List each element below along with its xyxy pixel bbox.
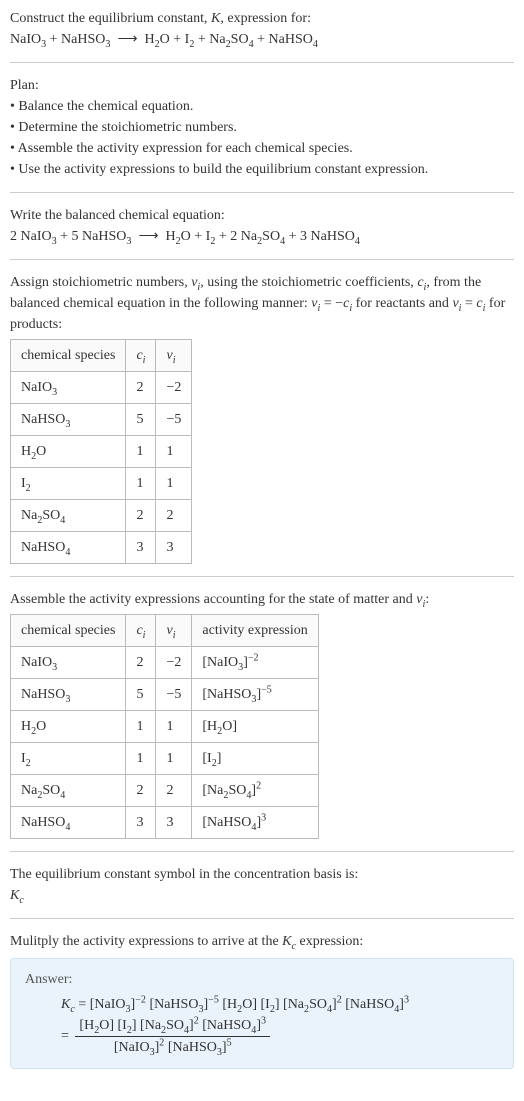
table-row: I211[I2] xyxy=(11,743,319,775)
plan-item: • Assemble the activity expression for e… xyxy=(10,138,514,159)
table-row: NaIO32−2[NaIO3]−2 xyxy=(11,647,319,679)
plan-item: • Determine the stoichiometric numbers. xyxy=(10,117,514,138)
col-vi: νi xyxy=(156,340,192,372)
stoich-section: Assign stoichiometric numbers, νi, using… xyxy=(10,272,514,577)
symbol-section: The equilibrium constant symbol in the c… xyxy=(10,864,514,919)
table-row: Na2SO422[Na2SO4]2 xyxy=(11,775,319,807)
table-row: H2O11[H2O] xyxy=(11,711,319,743)
activity-intro: Assemble the activity expressions accoun… xyxy=(10,589,514,610)
table-row: NaHSO35−5 xyxy=(11,404,192,436)
table-row: NaIO32−2 xyxy=(11,372,192,404)
table-row: H2O11 xyxy=(11,436,192,468)
plan-item: • Balance the chemical equation. xyxy=(10,96,514,117)
answer-label: Answer: xyxy=(25,969,499,990)
col-ci: ci xyxy=(126,615,156,647)
col-species: chemical species xyxy=(11,340,126,372)
table-header-row: chemical species ci νi activity expressi… xyxy=(11,615,319,647)
col-ci: ci xyxy=(126,340,156,372)
col-vi: νi xyxy=(156,615,192,647)
result-section: Mulitply the activity expressions to arr… xyxy=(10,931,514,1081)
prompt-title: Construct the equilibrium constant, K, e… xyxy=(10,8,514,29)
table-row: NaHSO433[NaHSO4]3 xyxy=(11,807,319,839)
table-row: Na2SO422 xyxy=(11,500,192,532)
col-species: chemical species xyxy=(11,615,126,647)
balanced-equation: 2 NaIO3 + 5 NaHSO3 ⟶ H2O + I2 + 2 Na2SO4… xyxy=(10,226,514,247)
table-row: I211 xyxy=(11,468,192,500)
plan-item: • Use the activity expressions to build … xyxy=(10,159,514,180)
prompt-section: Construct the equilibrium constant, K, e… xyxy=(10,8,514,63)
table-row: NaHSO433 xyxy=(11,532,192,564)
col-activity: activity expression xyxy=(192,615,318,647)
answer-fraction: [H2O] [I2] [Na2SO4]2 [NaHSO4]3 [NaIO3]2 … xyxy=(75,1015,270,1058)
plan-section: Plan: • Balance the chemical equation. •… xyxy=(10,75,514,193)
symbol-value: Kc xyxy=(10,885,514,906)
fraction-numerator: [H2O] [I2] [Na2SO4]2 [NaHSO4]3 xyxy=(75,1015,270,1037)
answer-box: Answer: Kc = [NaIO3]−2 [NaHSO3]−5 [H2O] … xyxy=(10,958,514,1069)
balanced-section: Write the balanced chemical equation: 2 … xyxy=(10,205,514,260)
stoich-intro: Assign stoichiometric numbers, νi, using… xyxy=(10,272,514,335)
activity-section: Assemble the activity expressions accoun… xyxy=(10,589,514,852)
multiply-label: Mulitply the activity expressions to arr… xyxy=(10,931,514,952)
answer-line1: Kc = [NaIO3]−2 [NaHSO3]−5 [H2O] [I2] [Na… xyxy=(61,997,409,1012)
activity-table: chemical species ci νi activity expressi… xyxy=(10,614,319,839)
table-row: NaHSO35−5[NaHSO3]−5 xyxy=(11,679,319,711)
equals-sign: = xyxy=(61,1029,69,1044)
symbol-label: The equilibrium constant symbol in the c… xyxy=(10,864,514,885)
answer-fraction-line: = [H2O] [I2] [Na2SO4]2 [NaHSO4]3 [NaIO3]… xyxy=(25,1015,499,1058)
table-header-row: chemical species ci νi xyxy=(11,340,192,372)
prompt-equation: NaIO3 + NaHSO3 ⟶ H2O + I2 + Na2SO4 + NaH… xyxy=(10,29,514,50)
answer-expression: Kc = [NaIO3]−2 [NaHSO3]−5 [H2O] [I2] [Na… xyxy=(25,994,499,1015)
balanced-label: Write the balanced chemical equation: xyxy=(10,205,514,226)
stoich-table: chemical species ci νi NaIO32−2 NaHSO35−… xyxy=(10,339,192,564)
fraction-denominator: [NaIO3]2 [NaHSO3]5 xyxy=(75,1037,270,1058)
plan-label: Plan: xyxy=(10,75,514,96)
